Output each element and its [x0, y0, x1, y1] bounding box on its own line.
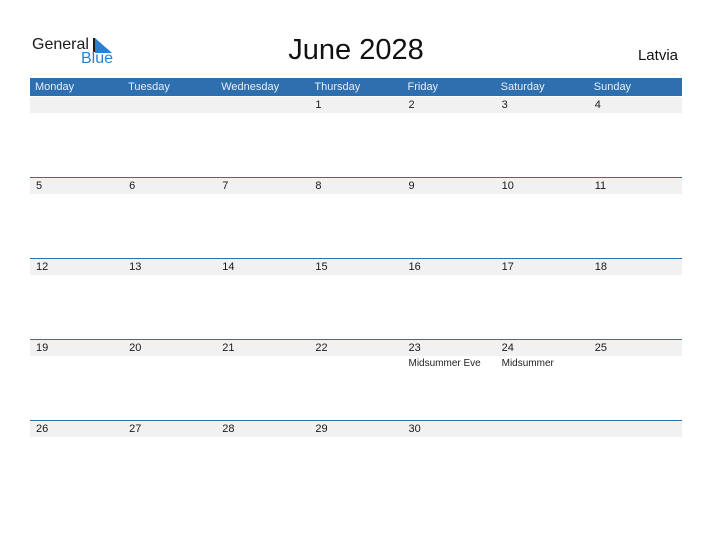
day-number: 3: [501, 99, 508, 111]
day-cell: 5: [30, 178, 123, 259]
day-cell: 20: [123, 340, 216, 421]
day-number: 7: [222, 180, 229, 192]
day-cell: 6: [123, 178, 216, 259]
day-number: 29: [315, 423, 328, 435]
day-number: 13: [129, 261, 142, 273]
day-cell: [496, 421, 589, 502]
week-row: 26 27 28 29 30: [30, 420, 682, 502]
day-number: 4: [594, 99, 601, 111]
page-title: June 2028: [288, 34, 424, 66]
day-cell: 3: [496, 97, 589, 178]
day-number: 23: [408, 342, 421, 354]
day-cell: 15: [309, 259, 402, 340]
day-cell: 14: [216, 259, 309, 340]
day-number: 11: [594, 180, 607, 192]
day-cell: 10: [496, 178, 589, 259]
day-cell: [123, 97, 216, 178]
week-row: 5 6 7 8 9 10 11: [30, 177, 682, 259]
day-cell: 9: [403, 178, 496, 259]
day-cell: [216, 97, 309, 178]
day-number: 24: [501, 342, 514, 354]
day-number: 30: [408, 423, 421, 435]
day-cell: 30: [403, 421, 496, 502]
day-number: 28: [222, 423, 235, 435]
weekday-saturday: Saturday: [500, 81, 545, 93]
day-number: 10: [501, 180, 514, 192]
day-number: 15: [315, 261, 328, 273]
weekday-friday: Friday: [407, 81, 439, 93]
day-number: 20: [129, 342, 142, 354]
day-cell: 27: [123, 421, 216, 502]
day-cell: 11: [589, 178, 682, 259]
day-cell: 23 Midsummer Eve: [403, 340, 496, 421]
day-cell: 17: [496, 259, 589, 340]
day-cell: 2: [403, 97, 496, 178]
day-cell: 21: [216, 340, 309, 421]
week-row: 1 2 3 4: [30, 97, 682, 178]
week-row: 19 20 21 22 23 Midsummer Eve 24 Midsummer 25: [30, 339, 682, 421]
day-cell: 13: [123, 259, 216, 340]
weekday-monday: Monday: [35, 81, 75, 93]
day-number: 14: [222, 261, 235, 273]
day-number: 1: [315, 99, 322, 111]
day-cell: 28: [216, 421, 309, 502]
day-cell: 24 Midsummer: [496, 340, 589, 421]
day-number: 8: [315, 180, 322, 192]
day-number: 9: [408, 180, 415, 192]
weekday-tuesday: Tuesday: [128, 81, 170, 93]
day-number: 27: [129, 423, 142, 435]
country-label: Latvia: [637, 47, 678, 64]
day-cell: 7: [216, 178, 309, 259]
day-cell: 25: [589, 340, 682, 421]
weekday-thursday: Thursday: [314, 81, 361, 93]
weekday-sunday: Sunday: [593, 81, 632, 93]
day-number: 22: [315, 342, 328, 354]
day-cell: 29: [309, 421, 402, 502]
day-number: 18: [594, 261, 607, 273]
day-cell: 16: [403, 259, 496, 340]
day-number: 21: [222, 342, 235, 354]
day-cell: 22: [309, 340, 402, 421]
day-cell: 1: [309, 97, 402, 178]
day-number: 19: [36, 342, 49, 354]
day-cell: 26: [30, 421, 123, 502]
weekday-wednesday: Wednesday: [221, 81, 280, 93]
day-cell: [589, 421, 682, 502]
week-row: 12 13 14 15 16 17 18: [30, 258, 682, 340]
weekday-header: Monday Tuesday Wednesday Thursday Friday…: [30, 78, 682, 96]
day-cell: 19: [30, 340, 123, 421]
day-cell: 8: [309, 178, 402, 259]
day-cell: [30, 97, 123, 178]
day-cell: 12: [30, 259, 123, 340]
day-number: 16: [408, 261, 421, 273]
day-cell: 18: [589, 259, 682, 340]
day-number: 12: [36, 261, 49, 273]
day-number: 2: [408, 99, 415, 111]
day-number: 26: [36, 423, 49, 435]
day-number: 25: [594, 342, 607, 354]
day-number: 17: [501, 261, 514, 273]
holiday-event: Midsummer: [501, 358, 554, 369]
day-number: 6: [129, 180, 136, 192]
holiday-event: Midsummer Eve: [408, 358, 481, 369]
day-number: 5: [36, 180, 43, 192]
day-cell: 4: [589, 97, 682, 178]
